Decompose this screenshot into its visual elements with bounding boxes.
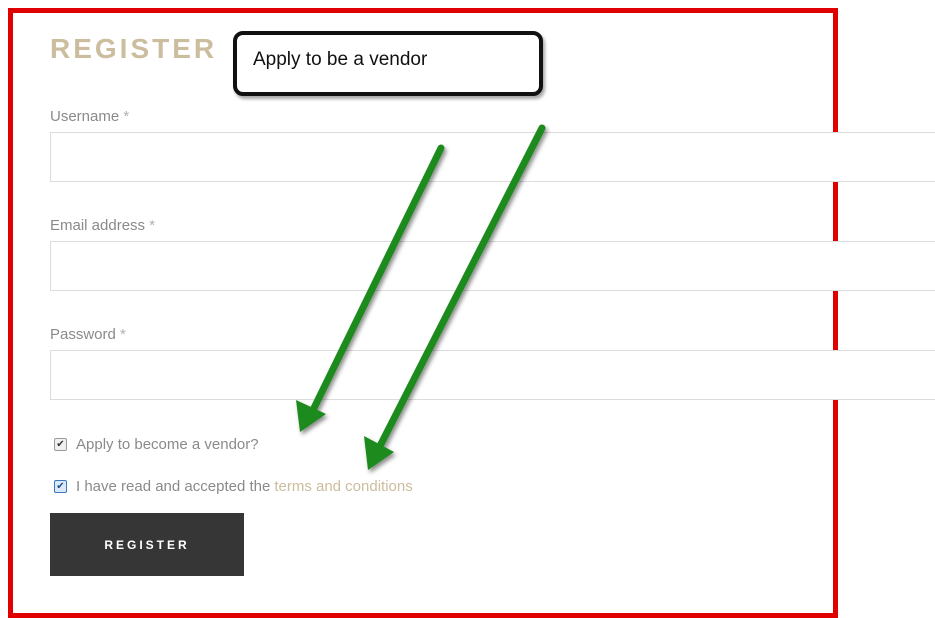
- arrow-to-terms-checkbox: [364, 124, 546, 470]
- arrow-to-vendor-checkbox: [296, 144, 445, 432]
- callout-text: Apply to be a vendor: [253, 49, 428, 70]
- annotation-callout: Apply to be a vendor: [233, 31, 543, 96]
